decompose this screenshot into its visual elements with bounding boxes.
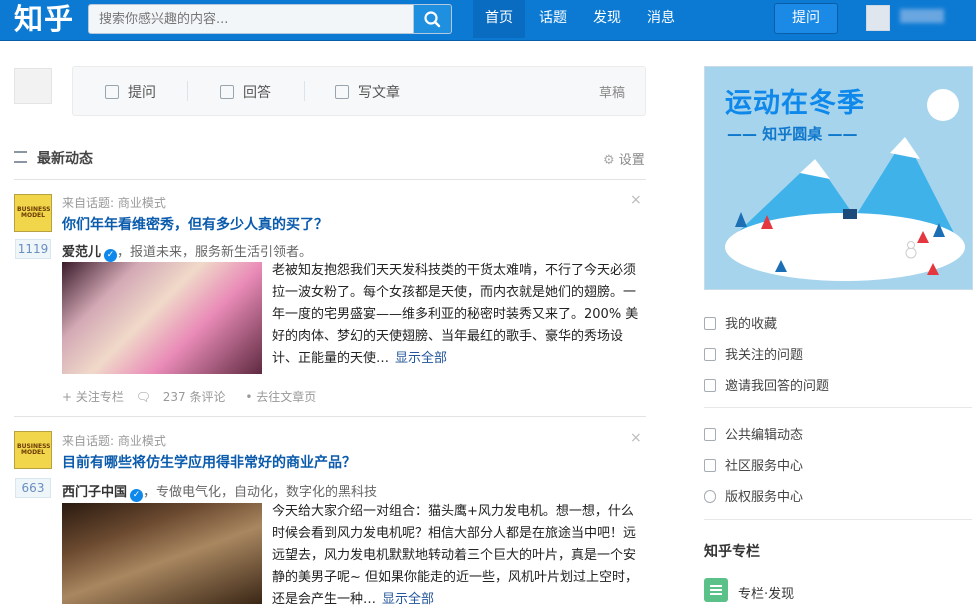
settings-label: 设置 [618, 153, 645, 168]
question-title[interactable]: 你们年年看维密秀，但有多少人真的买了？ [62, 214, 328, 234]
feed-list-icon [14, 151, 27, 163]
search-box [88, 4, 414, 34]
public-edits-link[interactable]: 公共编辑动态 [704, 424, 803, 443]
ask-question-button[interactable]: 提问 [774, 3, 838, 34]
divider [14, 179, 646, 180]
home-icon [704, 459, 716, 472]
item-meta: + 关注专栏 🗨 237 条评论 • 去往文章页 [62, 388, 324, 405]
gear-icon: ⚙ [603, 153, 619, 168]
author-bio: ，专做电气化，自动化，数字化的黑科技 [143, 485, 378, 500]
question-title[interactable]: 目前有哪些将仿生学应用得非常好的商业产品？ [62, 452, 356, 472]
community-service-label: 社区服务中心 [725, 459, 804, 474]
topic-thumbnail[interactable]: BUSINESS MODEL [14, 431, 52, 469]
nav-messages[interactable]: 消息 [647, 0, 675, 38]
excerpt-text: 老被知友抱怨我们天天发科技类的干货太难啃，不行了今天必须拉一波女粉了。每个女孩都… [272, 263, 639, 366]
thumbnail-text: BUSINESS MODEL [17, 206, 51, 219]
composer-bar: 提问 回答 写文章 草稿 [72, 66, 646, 116]
divider [187, 81, 188, 101]
article-cover-image[interactable] [62, 262, 262, 374]
copyright-service-link[interactable]: 版权服务中心 [704, 486, 803, 505]
close-icon[interactable]: × [630, 430, 642, 446]
public-edits-label: 公共编辑动态 [725, 428, 804, 443]
copyright-service-label: 版权服务中心 [725, 490, 804, 505]
vote-count[interactable]: 663 [15, 478, 51, 498]
feed-header: 最新动态 [14, 148, 93, 168]
answer-excerpt[interactable]: 今天给大家介绍一对组合：猫头鹰+风力发电机。想一想，什么时候会看到风力发电机呢？… [272, 501, 644, 611]
answer-action-label: 回答 [243, 85, 271, 101]
zhihu-logo[interactable]: 知乎 [14, 0, 74, 41]
comments-link[interactable]: 🗨 237 条评论 [136, 390, 234, 404]
search-input[interactable] [89, 5, 413, 33]
column-section-title: 知乎专栏 [704, 544, 760, 560]
question-icon [105, 85, 119, 99]
ask-action[interactable]: 提问 [105, 82, 156, 102]
feed-source[interactable]: 来自话题: 商业模式 [62, 194, 166, 211]
avatar[interactable] [14, 68, 52, 104]
divider [14, 416, 646, 417]
show-more-link[interactable]: 显示全部 [382, 592, 434, 607]
divider [704, 407, 972, 408]
author-line: 爱范儿 ✓ ，报道未来，服务新生活引领者。 [62, 241, 312, 262]
author-bio: ，报道未来，服务新生活引领者。 [117, 245, 313, 260]
excerpt-text: 今天给大家介绍一对组合：猫头鹰+风力发电机。想一想，什么时候会看到风力发电机呢？… [272, 504, 639, 607]
column-icon[interactable] [704, 578, 728, 602]
my-collections-label: 我的收藏 [725, 317, 778, 332]
nav-explore[interactable]: 发现 [593, 0, 621, 38]
vote-count[interactable]: 1119 [15, 239, 51, 259]
drafts-link[interactable]: 草稿 [599, 82, 625, 101]
my-collections-link[interactable]: 我的收藏 [704, 313, 777, 332]
checkbox-icon [704, 348, 716, 361]
answer-action[interactable]: 回答 [220, 82, 271, 102]
column-discover-link[interactable]: 专栏·发现 [738, 583, 794, 602]
user-avatar[interactable] [866, 5, 890, 31]
verified-icon: ✓ [104, 249, 118, 262]
copyright-icon [704, 490, 716, 503]
write-article-label: 写文章 [358, 85, 400, 101]
verified-icon: ✓ [130, 489, 144, 502]
close-icon[interactable]: × [630, 192, 642, 208]
answer-cover-image[interactable] [62, 503, 262, 604]
answer-icon [220, 85, 234, 99]
roundtable-banner[interactable]: 运动在冬季 —— 知乎圆桌 —— [704, 66, 973, 290]
document-icon [704, 379, 716, 392]
invited-answers-label: 邀请我回答的问题 [725, 379, 830, 394]
followed-questions-link[interactable]: 我关注的问题 [704, 344, 803, 363]
feed-source[interactable]: 来自话题: 商业模式 [62, 432, 166, 449]
search-button[interactable] [414, 4, 452, 34]
winter-mountain-illustration [725, 137, 965, 281]
goto-article-link[interactable]: • 去往文章页 [245, 390, 316, 404]
answer-excerpt[interactable]: 老被知友抱怨我们天天发科技类的干货太难啃，不行了今天必须拉一波女粉了。每个女孩都… [272, 260, 644, 370]
comments-label: 237 条评论 [162, 390, 226, 404]
nav-topics[interactable]: 话题 [539, 0, 567, 38]
username-blurred[interactable] [900, 9, 944, 23]
thumbnail-text: BUSINESS MODEL [17, 443, 51, 456]
top-nav-bar: 知乎 首页 话题 发现 消息 提问 [0, 0, 976, 41]
divider [304, 81, 305, 101]
community-service-link[interactable]: 社区服务中心 [704, 455, 803, 474]
author-line: 西门子中国 ✓ ，专做电气化，自动化，数字化的黑科技 [62, 481, 377, 502]
list-icon [704, 428, 716, 441]
author-name[interactable]: 西门子中国 [62, 485, 127, 500]
author-name[interactable]: 爱范儿 [62, 245, 101, 260]
write-article-action[interactable]: 写文章 [335, 82, 400, 102]
bookmark-icon [704, 317, 716, 330]
divider [704, 519, 972, 520]
invited-answers-link[interactable]: 邀请我回答的问题 [704, 375, 829, 394]
topic-thumbnail[interactable]: BUSINESS MODEL [14, 194, 52, 232]
edit-icon [335, 85, 349, 99]
feed-title: 最新动态 [37, 151, 93, 167]
search-icon [424, 11, 441, 28]
comment-icon: 🗨 [135, 390, 151, 404]
ask-action-label: 提问 [128, 85, 156, 101]
show-more-link[interactable]: 显示全部 [395, 351, 447, 366]
nav-home[interactable]: 首页 [473, 0, 525, 38]
feed-settings[interactable]: ⚙ 设置 [603, 149, 645, 168]
follow-column-link[interactable]: + 关注专栏 [62, 390, 124, 404]
followed-questions-label: 我关注的问题 [725, 348, 804, 363]
